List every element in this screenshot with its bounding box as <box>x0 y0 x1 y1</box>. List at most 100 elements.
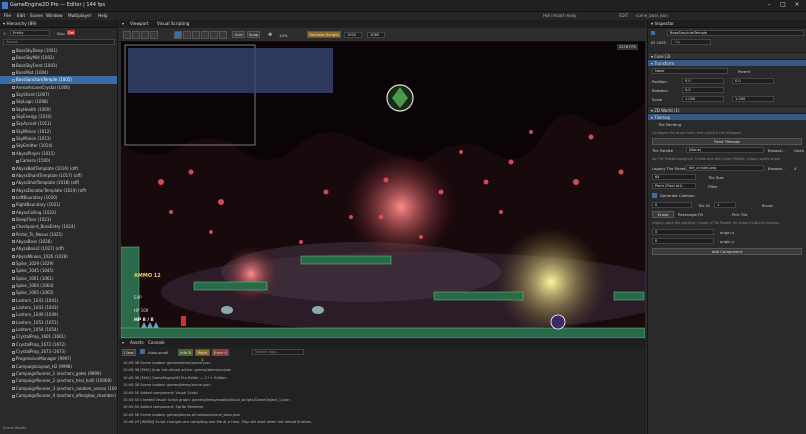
hierarchy-item[interactable]: Spike_1064 (1064) <box>0 282 117 289</box>
paint-mode-select[interactable]: Paint (Pixel Art) <box>652 183 696 189</box>
scale-y-input[interactable]: 1.000 <box>732 96 774 102</box>
hierarchy-item[interactable]: CrystalProp_1673 (1673) <box>0 348 117 355</box>
visibility-checkbox[interactable] <box>12 130 15 134</box>
move-tool-icon[interactable] <box>183 31 191 39</box>
paint-tilemap-button[interactable]: Paint Tilemap <box>652 138 802 145</box>
hierarchy-item[interactable]: AbyssDonatorTemplate (1019) (off) <box>0 187 117 194</box>
hierarchy-item[interactable]: AbyssPlayer (1015) <box>0 150 117 157</box>
hierarchy-item[interactable]: Lantern_1049 (1049) <box>0 311 117 318</box>
hierarchy-item[interactable]: SkyLogic (1008) <box>0 98 117 105</box>
hierarchy-item[interactable]: CampaignRunner_4 (anchors_afterglow_cham… <box>0 392 117 399</box>
hierarchy-item[interactable]: AbyssShardTemplate (1017) (off) <box>0 172 117 179</box>
visibility-checkbox[interactable] <box>16 159 19 163</box>
palette-browse-button[interactable]: Browse... <box>768 148 785 153</box>
hierarchy-item[interactable]: CampaignRunner_1 (anchors_gate) (9999) <box>0 370 117 377</box>
hierarchy-item[interactable]: AbyssBoltTemplate (1016) (off) <box>0 165 117 172</box>
collapse-icon[interactable]: ▾ <box>122 21 124 26</box>
plus-icon[interactable]: + <box>3 31 6 36</box>
visibility-checkbox[interactable] <box>12 174 15 178</box>
info-filter[interactable]: Info 8 <box>178 349 193 356</box>
tile-id-input[interactable]: 1 <box>714 202 736 208</box>
origin-y-input[interactable]: 0 <box>652 238 714 244</box>
rotation-input[interactable]: 0.0 <box>682 87 724 93</box>
visibility-checkbox[interactable] <box>12 122 15 126</box>
remove-scripts-button[interactable]: Remove Scripts <box>307 31 341 38</box>
visibility-checkbox[interactable] <box>12 240 15 244</box>
minion-sprite[interactable] <box>221 306 233 314</box>
visibility-checkbox[interactable] <box>12 115 15 119</box>
visibility-checkbox[interactable] <box>12 71 15 75</box>
dup-button[interactable]: Dup <box>57 31 65 36</box>
tab-assets[interactable]: Assets <box>130 340 144 345</box>
visibility-checkbox[interactable] <box>12 299 15 303</box>
menu-scene[interactable]: Scene <box>30 13 43 18</box>
visibility-checkbox[interactable] <box>12 181 15 185</box>
hierarchy-item[interactable]: AbyssCeiling (1022) <box>0 209 117 216</box>
hierarchy-item[interactable]: DeepFloor (1023) <box>0 216 117 223</box>
hierarchy-item[interactable]: Checkpoint_BossEntry (1024) <box>0 223 117 230</box>
visibility-checkbox[interactable] <box>12 321 15 325</box>
entity-filter[interactable]: Entity <box>10 30 50 36</box>
scale-x-input[interactable]: 1.000 <box>682 96 724 102</box>
active-checkbox[interactable] <box>651 31 655 35</box>
visibility-checkbox[interactable] <box>12 255 15 259</box>
hierarchy-item[interactable]: ProgressionManager (9997) <box>0 355 117 362</box>
resolution-width-input[interactable]: 1920 <box>344 32 362 38</box>
minimize-button[interactable]: – <box>762 1 776 10</box>
menu-edit[interactable]: Edit <box>17 13 25 18</box>
visibility-checkbox[interactable] <box>12 247 15 251</box>
visibility-checkbox[interactable] <box>12 152 15 156</box>
stop-icon[interactable] <box>150 31 158 39</box>
hierarchy-item[interactable]: CrystalProp_1601 (1601) <box>0 333 117 340</box>
parent-select[interactable]: None <box>652 68 728 74</box>
hierarchy-item[interactable]: SkyEmitter (1014) <box>0 142 117 149</box>
hierarchy-item[interactable]: SkyAccent (1011) <box>0 120 117 127</box>
hierarchy-item[interactable]: CrystalProp_1672 (1672) <box>0 341 117 348</box>
hierarchy-item[interactable]: CampaignRunner_2 (anchors_trial_hall) (1… <box>0 377 117 384</box>
eraser-tool-icon[interactable] <box>219 31 227 39</box>
hierarchy-item[interactable]: AbyssShotTemplate (1018) (off) <box>0 179 117 186</box>
hierarchy-item[interactable]: BossSanctumTemple (1005) <box>0 76 117 84</box>
origin-x-input[interactable]: 0 <box>652 229 714 235</box>
pick-tile-button[interactable]: Pick Tile <box>732 212 747 217</box>
minion-sprite[interactable] <box>312 306 324 314</box>
visibility-checkbox[interactable] <box>12 357 15 361</box>
visibility-checkbox[interactable] <box>12 218 15 222</box>
visibility-checkbox[interactable] <box>12 137 15 141</box>
hierarchy-item[interactable]: Lantern_1043 (1043) <box>0 304 117 311</box>
hierarchy-item[interactable]: AbyssBoss2 (1027) (off) <box>0 245 117 252</box>
autoscroll-checkbox[interactable] <box>140 349 145 354</box>
hierarchy-item[interactable]: SkyShard (1007) <box>0 91 117 98</box>
brush-input[interactable]: 0 <box>652 202 692 208</box>
sheet-browse-button[interactable]: Browse... <box>768 166 785 171</box>
select-tool-icon[interactable] <box>174 31 182 39</box>
visibility-checkbox[interactable] <box>12 394 15 398</box>
visibility-checkbox[interactable] <box>12 379 15 383</box>
tile-size-input[interactable]: 64 <box>652 174 696 180</box>
menu-file[interactable]: File <box>4 13 11 18</box>
visibility-checkbox[interactable] <box>12 167 15 170</box>
step-icon[interactable] <box>141 31 149 39</box>
hierarchy-item[interactable]: Spike_1065 (1065) <box>0 289 117 296</box>
visibility-checkbox[interactable] <box>12 365 15 369</box>
tilemap-section[interactable]: ▾ Tilemap <box>648 113 806 120</box>
clear-button[interactable]: Clear <box>122 349 136 356</box>
visibility-checkbox[interactable] <box>12 284 15 288</box>
entity-name-input[interactable]: BossSanctumTemple <box>667 30 804 36</box>
palette-open-button[interactable]: Open <box>794 148 804 153</box>
game-viewport[interactable]: 2276 FPS AMMO 12 EXP HP 100 HP 8 / 8 <box>121 42 645 338</box>
tab-console[interactable]: Console <box>148 340 165 345</box>
add-component-button[interactable]: Add Component <box>652 248 802 255</box>
sheet-clear-button[interactable]: X <box>794 166 797 171</box>
visibility-checkbox[interactable] <box>12 233 15 237</box>
scale-tool-icon[interactable] <box>201 31 209 39</box>
tab-viewport[interactable]: Viewport <box>130 21 149 26</box>
visibility-checkbox[interactable] <box>12 86 15 90</box>
visibility-checkbox[interactable] <box>12 203 15 207</box>
visibility-checkbox[interactable] <box>12 343 15 347</box>
visibility-checkbox[interactable] <box>12 387 15 391</box>
hierarchy-item[interactable]: Camera (1500) <box>0 157 117 164</box>
rectangle-fill-button[interactable]: Rectangle Fill <box>678 212 703 217</box>
close-button[interactable]: × <box>790 1 804 10</box>
hierarchy-item[interactable]: Spike_1061 (1061) <box>0 275 117 282</box>
